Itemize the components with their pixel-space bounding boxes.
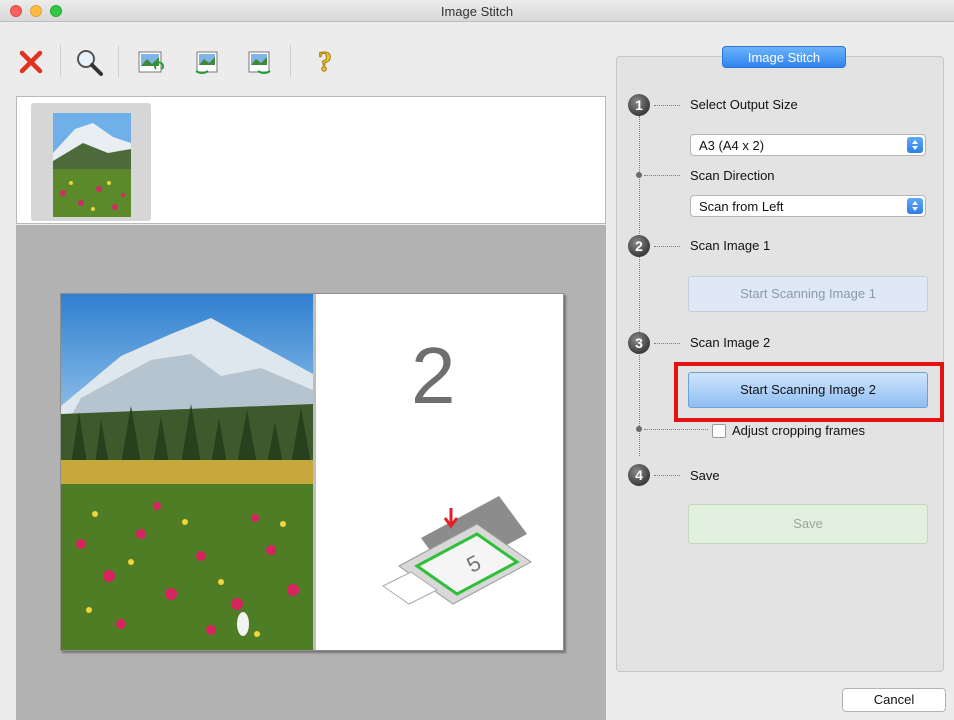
delete-icon bbox=[19, 50, 43, 74]
scan-direction-dot bbox=[636, 172, 642, 178]
window-title: Image Stitch bbox=[440, 4, 514, 19]
zoom-button[interactable] bbox=[72, 45, 106, 79]
steps-vertical-connector bbox=[639, 116, 640, 456]
preview-area: 2 5 bbox=[16, 225, 606, 720]
tab-image-stitch[interactable]: Image Stitch bbox=[722, 46, 846, 68]
rotate-right-button[interactable] bbox=[242, 45, 276, 79]
step-1-badge: 1 bbox=[628, 94, 650, 116]
step-connector bbox=[654, 246, 680, 247]
title-bar: Image Stitch bbox=[0, 0, 954, 22]
page-divider bbox=[313, 294, 316, 650]
step-connector bbox=[654, 475, 680, 476]
delete-button[interactable] bbox=[14, 45, 48, 79]
scan-image-2-label: Scan Image 2 bbox=[690, 335, 771, 350]
step-3-badge: 3 bbox=[628, 332, 650, 354]
save-button[interactable]: Save bbox=[688, 504, 928, 544]
scan-settings-button[interactable] bbox=[134, 45, 168, 79]
zoom-icon bbox=[77, 50, 103, 76]
toolbar: ? bbox=[0, 23, 610, 95]
toolbar-separator bbox=[290, 45, 291, 77]
scan-direction-value: Scan from Left bbox=[699, 199, 784, 214]
rotate-icon-2 bbox=[248, 51, 271, 74]
start-scanning-image-1-button[interactable]: Start Scanning Image 1 bbox=[688, 276, 928, 312]
step-4-badge: 4 bbox=[628, 464, 650, 486]
step-2-badge: 2 bbox=[628, 235, 650, 257]
scanner-placement-icon: 5 bbox=[382, 496, 532, 605]
output-size-value: A3 (A4 x 2) bbox=[699, 138, 765, 153]
toolbar-separator bbox=[60, 45, 61, 77]
svg-text:?: ? bbox=[318, 47, 332, 77]
image-stitch-window: Image Stitch ? 2 5 Image Stitch 1 Select… bbox=[0, 0, 954, 720]
select-arrows-icon bbox=[907, 137, 923, 153]
toolbar-separator bbox=[118, 45, 119, 77]
rotate-icon bbox=[195, 51, 218, 74]
thumbnail-item[interactable] bbox=[31, 103, 151, 221]
scan-direction-label: Scan Direction bbox=[690, 168, 775, 183]
output-size-select[interactable]: A3 (A4 x 2) bbox=[690, 134, 926, 156]
scan-image-1-label: Scan Image 1 bbox=[690, 238, 771, 253]
help-button[interactable]: ? bbox=[308, 45, 342, 79]
step-connector bbox=[654, 105, 680, 106]
step-connector bbox=[654, 343, 680, 344]
rotate-left-button[interactable] bbox=[190, 45, 224, 79]
thumbnail-strip bbox=[16, 96, 606, 224]
step-connector bbox=[644, 175, 680, 176]
scan-settings-icon bbox=[138, 51, 164, 73]
step-connector bbox=[644, 429, 708, 430]
image-2-placeholder-number: 2 bbox=[411, 331, 456, 420]
thumbnail-image bbox=[53, 113, 131, 217]
select-output-size-label: Select Output Size bbox=[690, 97, 798, 112]
adjust-cropping-checkbox[interactable] bbox=[712, 424, 726, 438]
cancel-button[interactable]: Cancel bbox=[842, 688, 946, 712]
adjust-cropping-dot bbox=[636, 426, 642, 432]
save-step-label: Save bbox=[690, 468, 720, 483]
scan-direction-select[interactable]: Scan from Left bbox=[690, 195, 926, 217]
help-icon: ? bbox=[318, 47, 333, 77]
scanned-image-1 bbox=[61, 294, 313, 650]
highlight-frame bbox=[674, 362, 944, 422]
select-arrows-icon bbox=[907, 198, 923, 214]
adjust-cropping-label: Adjust cropping frames bbox=[732, 423, 865, 438]
stitch-page: 2 5 bbox=[60, 293, 564, 651]
